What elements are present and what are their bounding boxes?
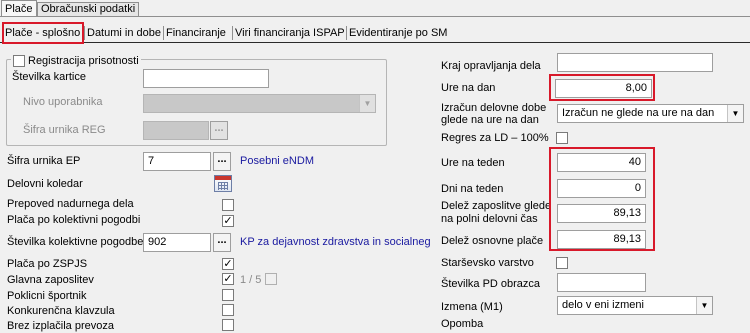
izracun-delovne-dobe-select[interactable]: Izračun ne glede na ure na dan ▼ [557,104,744,123]
sifra-urnika-ep-description: Posebni eNDM [240,155,314,167]
registracija-label: Registracija prisotnosti [28,55,139,67]
brez-izplacila-prevoza-label: Brez izplačila prevoza [7,320,114,332]
stevilka-kp-lookup-button[interactable]: ... [213,233,231,252]
subtab-underline [0,42,750,43]
starsevsko-varstvo-checkbox[interactable] [556,257,568,269]
konkurencna-klavzula-label: Konkurenčna klavzula [7,305,115,317]
izracun-label-line2: glede na ure na dan [441,114,539,126]
poklicni-sportnik-label: Poklicni športnik [7,290,87,302]
glavna-zaposlitev-label: Glavna zaposlitev [7,274,94,286]
stevilka-kp-field[interactable]: 902 [143,233,211,252]
placa-po-kp-checkbox[interactable]: ✓ [222,215,234,227]
ure-na-teden-label: Ure na teden [441,157,505,169]
izmena-label: Izmena (M1) [441,301,503,313]
stevilka-kartice-label: Številka kartice [12,71,86,83]
placa-po-zspjs-checkbox[interactable]: ✓ [222,258,234,270]
opomba-label: Opomba [441,318,484,330]
tab-place[interactable]: Plače [1,0,37,17]
glavna-zaposlitev-secondary-checkbox[interactable] [265,273,277,285]
ure-na-dan-label: Ure na dan [441,82,496,94]
highlight-ure-in-delez [549,147,655,251]
subtab-separator [163,26,164,40]
stevilka-kp-description: KP za dejavnost zdravstva in socialneg [240,236,431,248]
sifra-urnika-reg-label: Šifra urnika REG [23,124,106,136]
calendar-icon-header [215,176,231,180]
subtab-separator [346,26,347,40]
sifra-urnika-ep-field[interactable]: 7 [143,152,211,171]
glavna-zaposlitev-checkbox[interactable]: ✓ [222,273,234,285]
subtab-financiranje[interactable]: Financiranje [166,25,226,41]
izracun-delovne-dobe-value: Izračun ne glede na ure na dan [562,107,715,119]
glavna-zaposlitev-ratio: 1 / 5 [240,274,262,286]
subtab-evidentiranje-po-sm[interactable]: Evidentiranje po SM [349,25,447,41]
konkurencna-klavzula-checkbox[interactable] [222,304,234,316]
calendar-icon[interactable] [214,175,232,192]
nivo-uporabnika-select[interactable]: ▼ [143,94,376,113]
kraj-opravljanja-label: Kraj opravljanja dela [441,60,541,72]
delez-zaposlitve-label-line2: na polni delovni čas [441,213,538,225]
stevilka-kartice-field[interactable] [143,69,269,88]
calendar-icon-grid [218,182,228,190]
tab-obracunski-podatki[interactable]: Obračunski podatki [37,2,140,16]
chevron-down-icon: ▼ [727,105,743,122]
starsevsko-varstvo-label: Starševsko varstvo [441,257,534,269]
izmena-select[interactable]: delo v eni izmeni ▼ [557,296,713,315]
poklicni-sportnik-checkbox[interactable] [222,289,234,301]
sifra-urnika-reg-lookup-button[interactable]: ... [210,121,228,140]
kraj-opravljanja-field[interactable] [557,53,713,72]
sifra-urnika-reg-field[interactable] [143,121,209,140]
stevilka-pd-obrazca-label: Številka PD obrazca [441,278,541,290]
tab-divider [0,16,750,17]
brez-izplacila-prevoza-checkbox[interactable] [222,319,234,331]
regres-label: Regres za LD – 100% [441,132,549,144]
stevilka-kp-label: Številka kolektivne pogodbe [7,236,144,248]
subtab-datumi-in-dobe[interactable]: Datumi in dobe [87,25,161,41]
placa-po-zspjs-label: Plača po ZSPJS [7,258,88,270]
nivo-uporabnika-label: Nivo uporabnika [23,96,103,108]
regres-checkbox[interactable] [556,132,568,144]
delez-zaposlitve-label-line1: Delež zaposlitve glede [441,200,552,212]
registracija-checkbox[interactable] [13,55,25,67]
dni-na-teden-label: Dni na teden [441,183,504,195]
subtab-separator [232,26,233,40]
sifra-urnika-ep-lookup-button[interactable]: ... [213,152,231,171]
prepoved-nadurnega-dela-label: Prepoved nadurnega dela [7,198,134,210]
highlight-subtab [2,22,84,44]
delez-osnovne-place-label: Delež osnovne plače [441,235,544,247]
subtab-viri-financiranja[interactable]: Viri financiranja ISPAP [235,25,345,41]
delovni-koledar-label: Delovni koledar [7,178,83,190]
chevron-down-icon: ▼ [359,95,375,112]
stevilka-pd-obrazca-field[interactable] [557,273,646,292]
placa-po-kp-label: Plača po kolektivni pogodbi [7,214,141,226]
subtab-separator [84,26,85,40]
sifra-urnika-ep-label: Šifra urnika EP [7,155,81,167]
chevron-down-icon: ▼ [696,297,712,314]
highlight-ure-na-dan [549,74,655,101]
izmena-value: delo v eni izmeni [562,299,644,311]
prepoved-nadurnega-dela-checkbox[interactable] [222,199,234,211]
